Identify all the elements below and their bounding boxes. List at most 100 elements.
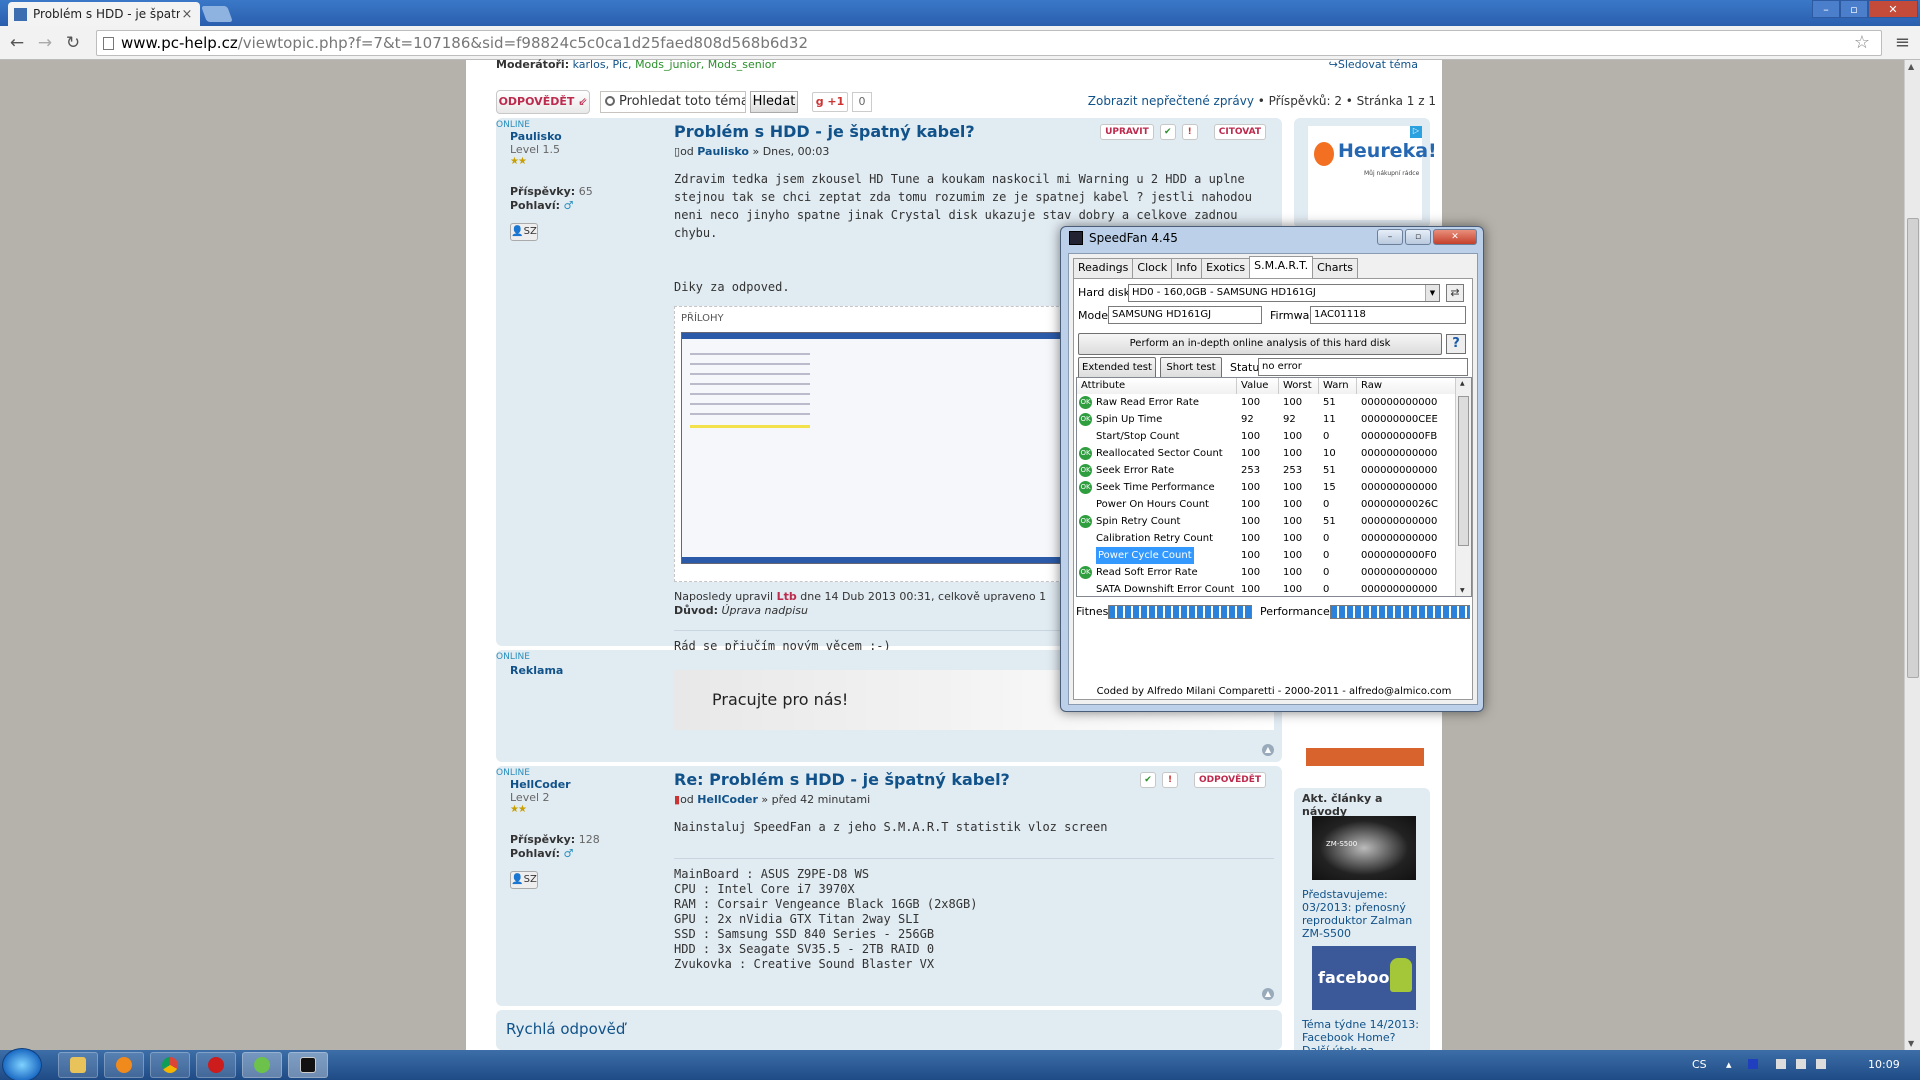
minimize-button[interactable]: –	[1812, 0, 1840, 18]
help-icon[interactable]: ?	[1446, 334, 1466, 354]
bookmark-star-icon[interactable]: ☆	[1854, 32, 1870, 53]
edited-user[interactable]: Ltb	[777, 590, 797, 603]
smart-row[interactable]: Start/Stop Count 100 100 0 0000000000FB	[1077, 428, 1457, 445]
scroll-top-icon[interactable]: ▲	[1262, 988, 1274, 1000]
meta-author[interactable]: HellCoder	[697, 793, 758, 806]
back-icon[interactable]: ←	[6, 32, 28, 54]
tray-expand-icon[interactable]: ▴	[1726, 1058, 1732, 1071]
tab-readings[interactable]: Readings	[1073, 258, 1134, 278]
smart-row[interactable]: Calibration Retry Count 100 100 0 0000000000…	[1077, 530, 1457, 547]
unread-posts-link[interactable]: Zobrazit nepřečtené zprávy	[1088, 94, 1254, 108]
attachment-image[interactable]	[681, 332, 1081, 564]
status-field[interactable]: no error	[1258, 358, 1468, 376]
smart-row[interactable]: Power Cycle Count 100 100 0 0000000000F0	[1077, 547, 1457, 564]
clock[interactable]: 10:09	[1868, 1058, 1900, 1071]
volume-icon[interactable]	[1816, 1059, 1826, 1069]
smart-row[interactable]: OK Raw Read Error Rate 100 100 51 00000000000…	[1077, 394, 1457, 411]
moderators-list[interactable]: karlos, Pic,	[573, 58, 632, 71]
tab-clock[interactable]: Clock	[1132, 258, 1173, 278]
reply-button[interactable]: ODPOVĚDĚT ⇙	[496, 90, 590, 114]
post-title[interactable]: Problém s HDD - je špatný kabel?	[674, 122, 1274, 141]
table-scrollbar-thumb[interactable]	[1458, 396, 1469, 546]
smart-row[interactable]: OK Seek Error Rate 253 253 51 000000000000	[1077, 462, 1457, 479]
language-indicator[interactable]: CS	[1692, 1058, 1707, 1071]
taskbar-chrome-icon[interactable]	[150, 1052, 190, 1078]
moderator-groups[interactable]: Mods_junior, Mods_senior	[635, 58, 776, 71]
short-test-button[interactable]: Short test	[1160, 357, 1222, 379]
tab-exotics[interactable]: Exotics	[1201, 258, 1251, 278]
reload-icon[interactable]: ↻	[62, 32, 84, 54]
col-raw[interactable]: Raw	[1357, 378, 1457, 394]
table-scrollbar[interactable]: ▲ ▼	[1455, 378, 1471, 596]
close-button[interactable]: ✕	[1433, 229, 1477, 245]
smart-row[interactable]: OK Spin Up Time 92 92 11 000000000CEE	[1077, 411, 1457, 428]
maximize-button[interactable]: ▫	[1405, 229, 1431, 245]
col-warn[interactable]: Warn	[1319, 378, 1357, 394]
author-name[interactable]: HellCoder	[510, 778, 660, 791]
scroll-up-icon[interactable]: ▲	[1908, 62, 1914, 71]
post-title[interactable]: Re: Problém s HDD - je špatný kabel?	[674, 770, 1274, 789]
smart-value-cell: 100	[1241, 431, 1261, 442]
follow-topic-link[interactable]: ↪Sledovat téma	[1329, 58, 1418, 71]
sidebar-banner[interactable]	[1306, 748, 1424, 766]
close-window-button[interactable]: ✕	[1868, 0, 1918, 18]
article-image-speaker[interactable]: ZM-S500	[1312, 816, 1416, 880]
tab-info[interactable]: Info	[1171, 258, 1203, 278]
smart-row[interactable]: OK Seek Time Performance 100 100 15 000000000…	[1077, 479, 1457, 496]
taskbar-explorer-icon[interactable]	[58, 1052, 98, 1078]
minimize-button[interactable]: –	[1377, 229, 1403, 245]
col-worst[interactable]: Worst	[1279, 378, 1319, 394]
col-value[interactable]: Value	[1237, 378, 1279, 394]
taskbar-app-icon[interactable]	[242, 1052, 282, 1078]
scroll-up-icon[interactable]: ▲	[1460, 380, 1465, 387]
gplus-button[interactable]: g +1	[812, 92, 848, 112]
network-icon[interactable]	[1796, 1059, 1806, 1069]
topic-search-input[interactable]: Prohledat toto téma	[600, 91, 746, 113]
tab-smart[interactable]: S.M.A.R.T.	[1249, 256, 1314, 278]
start-button[interactable]	[2, 1048, 42, 1080]
smart-row[interactable]: OK Read Soft Error Rate 100 100 0 00000000000…	[1077, 564, 1457, 581]
private-message-button[interactable]: 👤SZ	[510, 223, 538, 241]
posts-count: • Příspěvků: 2 • Stránka 1 z 1	[1257, 94, 1436, 108]
tab-charts[interactable]: Charts	[1312, 258, 1359, 278]
harddisk-select[interactable]: HD0 - 160,0GB - SAMSUNG HD161GJ ▼	[1128, 284, 1440, 302]
menu-icon[interactable]: ≡	[1895, 32, 1910, 53]
smart-row[interactable]: Power On Hours Count 100 100 0 00000000026C	[1077, 496, 1457, 513]
taskbar-speedfan-icon[interactable]	[288, 1052, 328, 1078]
flag-icon[interactable]	[1776, 1059, 1786, 1069]
online-analysis-button[interactable]: Perform an in-depth online analysis of t…	[1078, 333, 1442, 355]
firmware-field[interactable]: 1AC01118	[1310, 306, 1466, 324]
url-input[interactable]: www.pc-help.cz/viewtopic.php?f=7&t=10718…	[96, 30, 1882, 56]
speedfan-titlebar[interactable]: SpeedFan 4.45	[1069, 231, 1178, 245]
scroll-top-icon[interactable]: ▲	[1262, 744, 1274, 756]
tray-app-icon[interactable]	[1748, 1059, 1758, 1069]
browser-tab[interactable]: Problém s HDD - je špatný ×	[8, 2, 200, 26]
smart-row[interactable]: SATA Downshift Error Count 100 100 0 0000000…	[1077, 581, 1457, 596]
author-name[interactable]: Paulisko	[510, 130, 660, 143]
article-image-facebook[interactable]: facebook	[1312, 946, 1416, 1010]
scroll-down-icon[interactable]: ▼	[1908, 1039, 1914, 1048]
forward-icon[interactable]: →	[34, 32, 56, 54]
new-tab-button[interactable]	[201, 6, 233, 22]
smart-row[interactable]: OK Spin Retry Count 100 100 51 000000000000	[1077, 513, 1457, 530]
search-button[interactable]: Hledat	[750, 91, 798, 113]
article-link[interactable]: Představujeme: 03/2013: přenosný reprodu…	[1302, 888, 1426, 940]
model-field[interactable]: SAMSUNG HD161GJ	[1108, 306, 1262, 324]
col-attribute[interactable]: Attribute	[1077, 378, 1237, 394]
quick-reply-heading[interactable]: Rychlá odpověď	[506, 1020, 625, 1038]
meta-author[interactable]: Paulisko	[697, 145, 749, 158]
heureka-ad[interactable]: Heureka! Můj nákupní rádce ▷	[1308, 126, 1437, 220]
page-scrollbar[interactable]: ▲ ▼	[1904, 60, 1920, 1050]
chevron-down-icon[interactable]: ▼	[1425, 285, 1439, 301]
adchoices-icon[interactable]: ▷	[1410, 126, 1422, 138]
taskbar-media-icon[interactable]	[104, 1052, 144, 1078]
maximize-button[interactable]: ▫	[1840, 0, 1868, 18]
taskbar-opera-icon[interactable]	[196, 1052, 236, 1078]
close-tab-icon[interactable]: ×	[180, 7, 194, 22]
private-message-button[interactable]: 👤SZ	[510, 871, 538, 889]
smart-row[interactable]: OK Reallocated Sector Count 100 100 10 000000…	[1077, 445, 1457, 462]
scroll-down-icon[interactable]: ▼	[1460, 587, 1465, 594]
refresh-icon[interactable]: ⇄	[1446, 284, 1464, 302]
extended-test-button[interactable]: Extended test	[1078, 357, 1156, 379]
scrollbar-thumb[interactable]	[1907, 218, 1919, 678]
